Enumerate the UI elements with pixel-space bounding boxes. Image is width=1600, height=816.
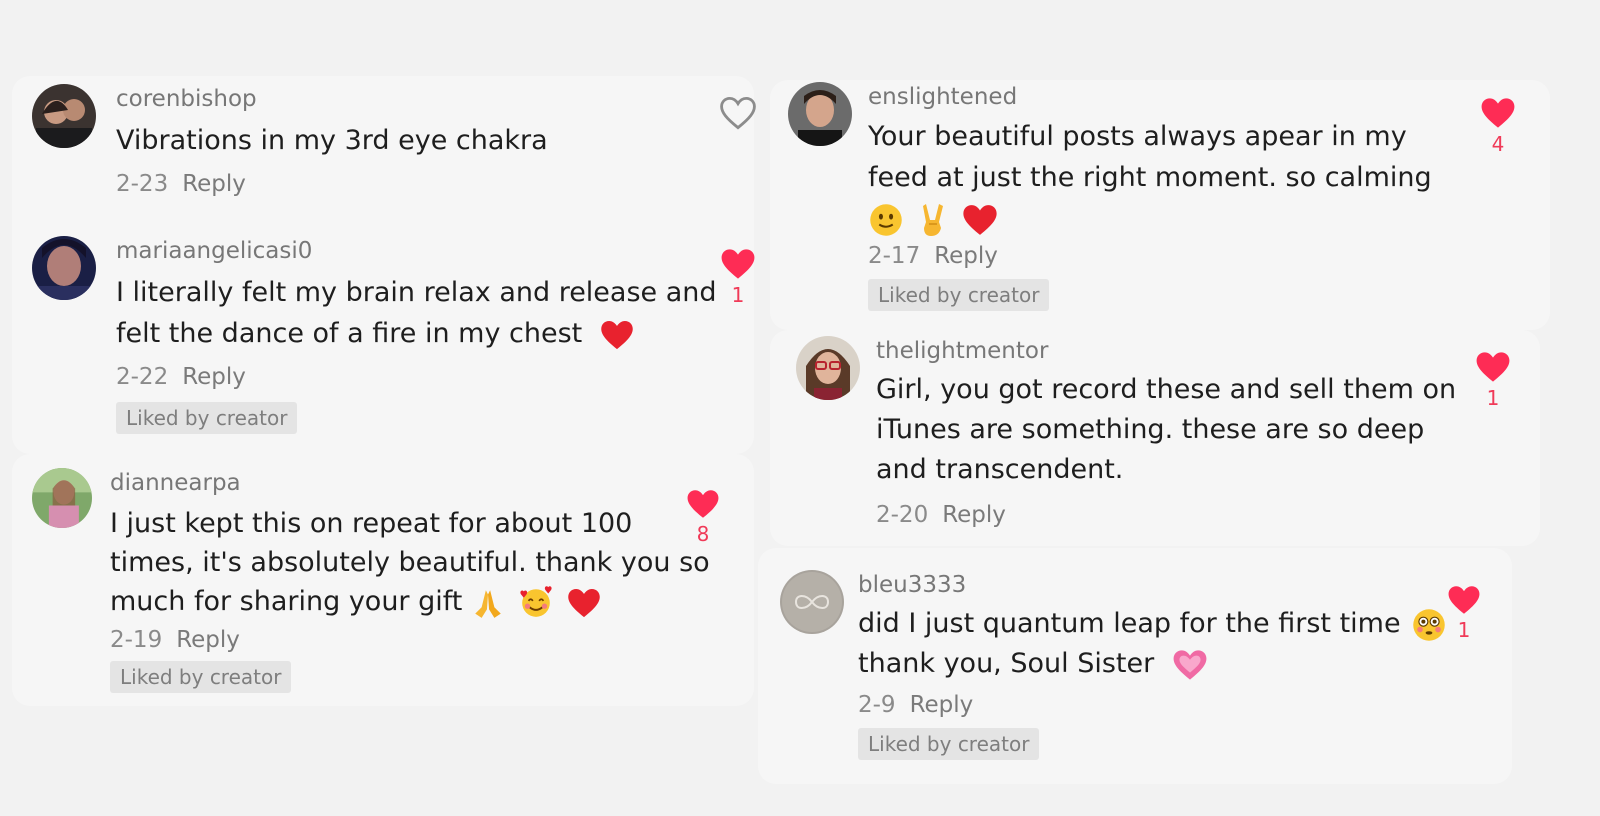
- like-count: 1: [1486, 386, 1500, 410]
- comment-text-segment: felt the dance of a fire in my chest: [116, 318, 583, 349]
- slightly-smiling-face-emoji: [870, 203, 902, 236]
- comment-text-segment: much for sharing your gift: [110, 586, 463, 617]
- heart-outline-icon: [720, 96, 756, 130]
- reply-button[interactable]: Reply: [182, 171, 246, 197]
- heart-filled-icon: [1481, 98, 1515, 128]
- comment-text-segment: did I just quantum leap for the first ti…: [858, 608, 1401, 639]
- smiling-face-with-hearts-emoji: [519, 585, 552, 617]
- like-count: 4: [1491, 132, 1505, 156]
- liked-by-creator-badge: Liked by creator: [858, 728, 1040, 760]
- comment-username[interactable]: mariaangelicasi0: [116, 236, 717, 266]
- comment-meta: 2-17 Reply: [868, 241, 1432, 271]
- heart-filled-icon: [687, 490, 719, 518]
- comment-meta: 2-20 Reply: [876, 500, 1456, 530]
- comment-date: 2-23: [116, 171, 169, 197]
- comment-text-line: and transcendent.: [876, 454, 1124, 485]
- reply-button[interactable]: Reply: [176, 627, 240, 653]
- comment-text: did I just quantum leap for the first ti…: [858, 604, 1451, 684]
- comment-text-line: did I just quantum leap for the first ti…: [858, 604, 1451, 644]
- comment-meta: 2-23 Reply: [116, 169, 548, 199]
- comment-text: Your beautiful posts always apear in my …: [868, 116, 1432, 239]
- comment-text-line: iTunes are something. these are so deep: [876, 414, 1425, 445]
- comment-username[interactable]: thelightmentor: [876, 336, 1456, 366]
- comment-username[interactable]: corenbishop: [116, 84, 548, 114]
- like-button[interactable]: 1: [1442, 584, 1486, 642]
- heart-filled-icon: [1476, 352, 1510, 382]
- comment-date: 2-17: [868, 243, 921, 269]
- liked-by-creator-badge: Liked by creator: [868, 279, 1050, 311]
- red-heart-emoji: [963, 204, 997, 235]
- avatar[interactable]: [796, 336, 860, 400]
- comment-text: Vibrations in my 3rd eye chakra: [116, 120, 548, 161]
- comment-text-line: I literally felt my brain relax and rele…: [116, 277, 717, 308]
- comment-date: 2-9: [858, 692, 896, 718]
- comment-text-line: feed at just the right moment. so calmin…: [868, 162, 1432, 193]
- victory-hand-emoji: [922, 203, 943, 236]
- liked-by-creator-badge: Liked by creator: [116, 402, 298, 434]
- reply-button[interactable]: Reply: [942, 502, 1006, 528]
- reply-button[interactable]: Reply: [182, 364, 246, 390]
- like-button[interactable]: [716, 96, 760, 132]
- red-heart-emoji: [601, 320, 633, 349]
- comment-text-line: Girl, you got record these and sell them…: [876, 374, 1457, 405]
- comment-text-line: times, it's absolutely beautiful. thank …: [110, 547, 710, 578]
- like-button[interactable]: 1: [1471, 350, 1515, 410]
- avatar[interactable]: [32, 468, 92, 528]
- like-button[interactable]: 8: [681, 488, 725, 546]
- comment-date: 2-22: [116, 364, 169, 390]
- comment-username[interactable]: bleu3333: [858, 570, 1451, 600]
- comment-meta: 2-19 Reply: [110, 625, 710, 655]
- growing-heart-emoji: [1173, 649, 1207, 680]
- avatar[interactable]: [788, 82, 852, 146]
- comment-meta: 2-9 Reply: [858, 690, 1451, 720]
- comment-emoji-line: [868, 198, 1432, 239]
- avatar[interactable]: [32, 236, 96, 300]
- liked-by-creator-badge: Liked by creator: [110, 661, 292, 693]
- heart-filled-icon: [1448, 586, 1480, 614]
- comment-text: I just kept this on repeat for about 100…: [110, 504, 710, 621]
- comment-text-line: Vibrations in my 3rd eye chakra: [116, 125, 548, 156]
- comment-text-line: Your beautiful posts always apear in my: [868, 121, 1407, 152]
- comment-username[interactable]: enslightened: [868, 82, 1432, 112]
- red-heart-emoji: [568, 588, 600, 617]
- avatar[interactable]: [780, 570, 844, 634]
- heart-filled-icon: [721, 249, 755, 279]
- comment-text-line: I just kept this on repeat for about 100: [110, 508, 633, 539]
- comment-username[interactable]: diannearpa: [110, 468, 710, 498]
- avatar[interactable]: [32, 84, 96, 148]
- comment-text-line: felt the dance of a fire in my chest: [116, 313, 717, 354]
- reply-button[interactable]: Reply: [910, 692, 974, 718]
- like-button[interactable]: 4: [1476, 96, 1520, 156]
- like-count: 8: [696, 522, 710, 546]
- comment-date: 2-20: [876, 502, 929, 528]
- comment-date: 2-19: [110, 627, 163, 653]
- like-count: 1: [1457, 618, 1471, 642]
- like-count: 1: [731, 283, 745, 307]
- comment-text-line: thank you, Soul Sister: [858, 644, 1451, 684]
- reply-button[interactable]: Reply: [934, 243, 998, 269]
- folded-hands-emoji: [475, 589, 501, 618]
- comment-text: I literally felt my brain relax and rele…: [116, 272, 717, 354]
- comment-text-line: much for sharing your gift: [110, 582, 710, 621]
- like-button[interactable]: 1: [716, 247, 760, 307]
- comment-text-segment: thank you, Soul Sister: [858, 648, 1155, 679]
- comment-meta: 2-22 Reply: [116, 362, 717, 392]
- comment-text: Girl, you got record these and sell them…: [876, 370, 1456, 490]
